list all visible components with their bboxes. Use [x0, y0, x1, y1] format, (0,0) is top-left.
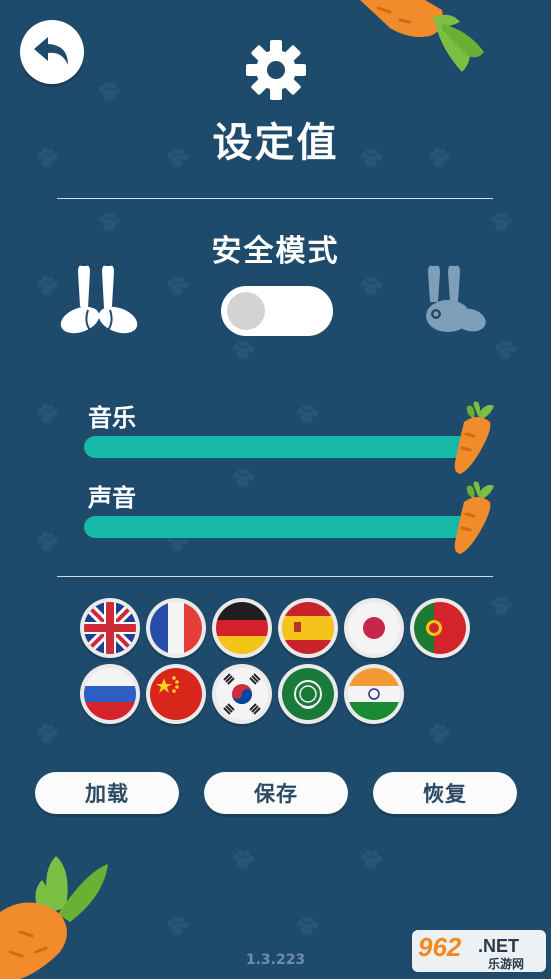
back-button[interactable]	[20, 20, 84, 84]
watermark-logo-icon: 962 .NET 乐游网	[412, 930, 546, 972]
sound-slider[interactable]	[84, 516, 474, 538]
carrot-slider-handle-icon[interactable]	[452, 480, 498, 556]
paw-icon	[37, 276, 58, 295]
spain-flag-icon	[282, 602, 334, 654]
paw-icon	[167, 916, 188, 935]
divider	[57, 198, 493, 199]
paw-icon	[495, 340, 516, 359]
flag-chinese-button[interactable]	[150, 668, 202, 720]
paw-icon	[361, 276, 382, 295]
divider	[57, 576, 493, 577]
watermark-net: .NET	[478, 936, 519, 956]
paw-icon	[99, 82, 120, 101]
music-slider[interactable]	[84, 436, 474, 458]
paw-icon	[233, 468, 254, 487]
paw-icon	[233, 340, 254, 359]
russia-flag-icon	[84, 668, 136, 720]
gear-icon	[246, 40, 306, 100]
flag-spanish-button[interactable]	[282, 602, 334, 654]
paw-icon	[297, 916, 318, 935]
flag-arabic-button[interactable]	[282, 668, 334, 720]
music-label: 音乐	[88, 404, 136, 432]
paw-icon	[491, 596, 512, 615]
back-arrow-icon	[34, 37, 68, 65]
india-flag-icon	[348, 668, 400, 720]
japan-flag-icon	[348, 602, 400, 654]
save-button[interactable]: 保存	[204, 772, 348, 814]
toggle-knob	[227, 292, 265, 330]
france-flag-icon	[150, 602, 202, 654]
restore-button[interactable]: 恢复	[373, 772, 517, 814]
arab-league-flag-icon	[282, 668, 334, 720]
korea-flag-icon	[216, 668, 268, 720]
portugal-flag-icon	[414, 602, 466, 654]
flag-russian-button[interactable]	[84, 668, 136, 720]
watermark-subtitle: 乐游网	[488, 956, 524, 971]
uk-flag-icon	[84, 602, 136, 654]
flag-portuguese-button[interactable]	[414, 602, 466, 654]
paw-icon	[361, 850, 382, 869]
flag-french-button[interactable]	[150, 602, 202, 654]
carrot-icon	[360, 0, 484, 72]
sound-label: 声音	[88, 484, 136, 512]
bunny-icon	[60, 265, 138, 334]
germany-flag-icon	[216, 602, 268, 654]
flag-korean-button[interactable]	[216, 668, 268, 720]
flag-english-button[interactable]	[84, 602, 136, 654]
flag-german-button[interactable]	[216, 602, 268, 654]
paw-icon	[233, 850, 254, 869]
paw-icon	[37, 532, 58, 551]
flag-japanese-button[interactable]	[348, 602, 400, 654]
flag-hindi-button[interactable]	[348, 668, 400, 720]
china-flag-icon	[150, 668, 202, 720]
watermark-number: 962	[418, 932, 462, 962]
watermark-logo: 962 .NET 乐游网	[410, 928, 548, 974]
safe-mode-toggle[interactable]	[221, 286, 333, 336]
paw-icon	[297, 404, 318, 423]
page-title: 设定值	[212, 120, 339, 166]
carrot-slider-handle-icon[interactable]	[452, 400, 498, 476]
bunny-peek-icon	[426, 265, 486, 332]
paw-icon	[37, 724, 58, 743]
paw-icon	[37, 404, 58, 423]
paw-icon	[429, 724, 450, 743]
paw-icon	[167, 276, 188, 295]
load-button[interactable]: 加载	[35, 772, 179, 814]
